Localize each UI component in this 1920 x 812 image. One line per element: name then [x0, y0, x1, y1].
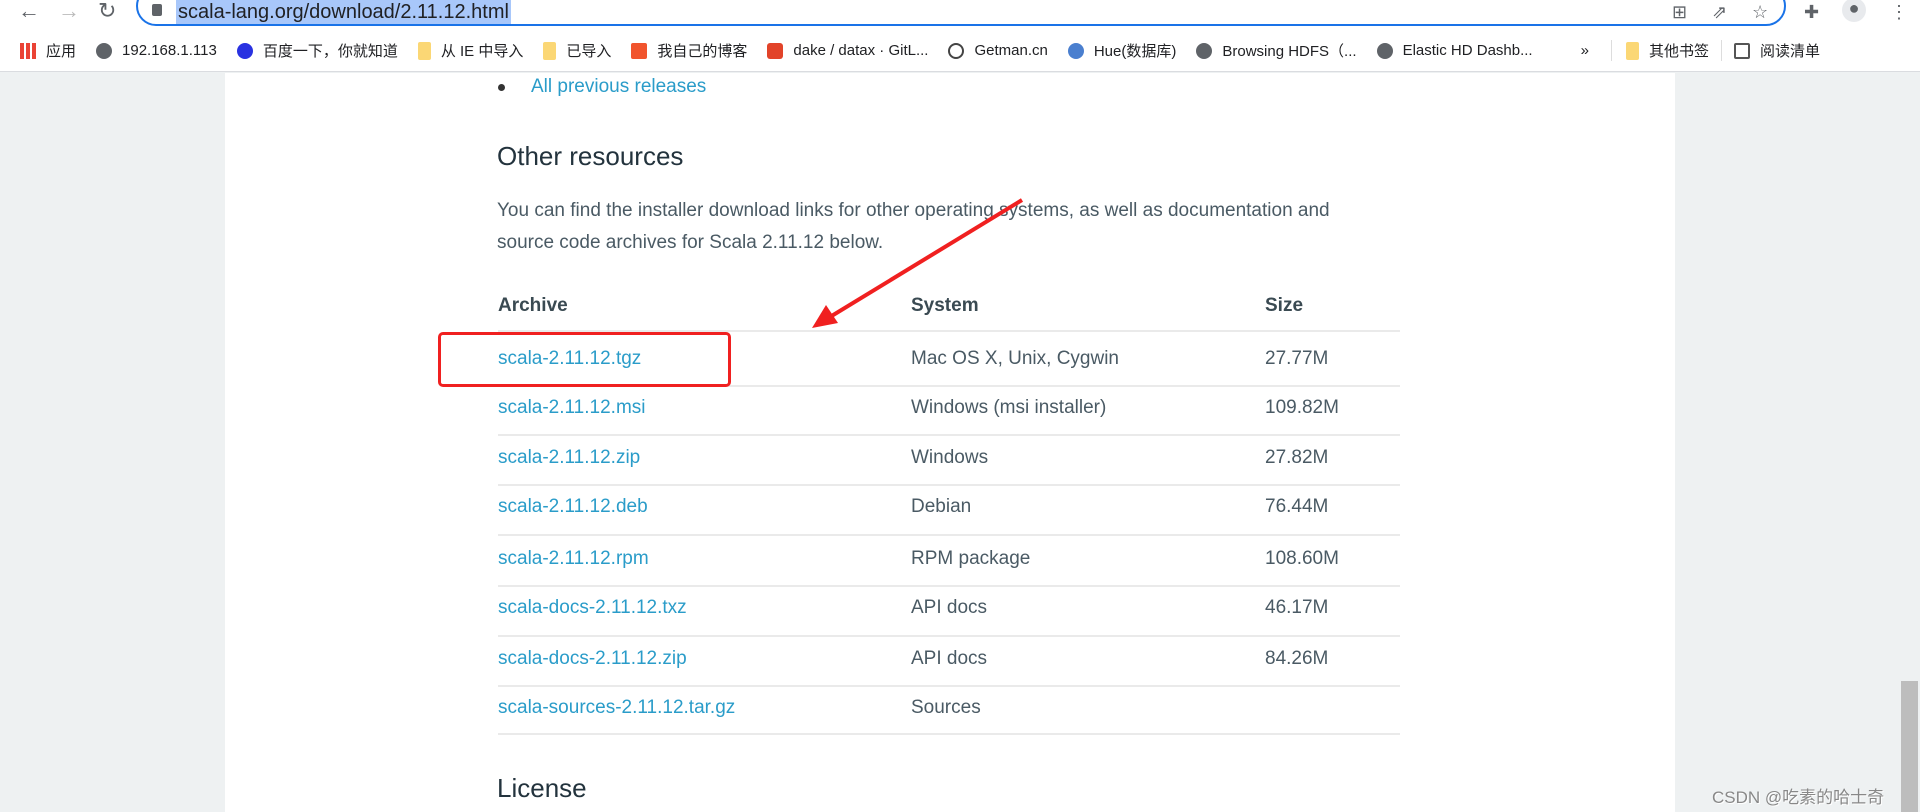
arrow-annotation: [812, 198, 1024, 328]
license-heading: License: [497, 773, 587, 803]
watermark: CSDN @吃素的哈士奇: [1712, 788, 1885, 807]
arrow-shaft: [823, 198, 1024, 322]
scrollbar-thumb[interactable]: [1901, 681, 1918, 812]
